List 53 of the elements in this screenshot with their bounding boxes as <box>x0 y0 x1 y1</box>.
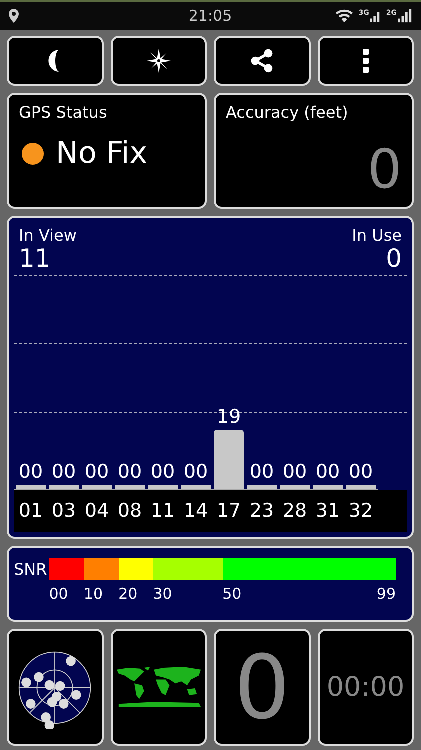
snr-value: 00 <box>52 461 76 483</box>
map-tile[interactable] <box>110 629 207 746</box>
snr-value: 00 <box>184 461 208 483</box>
sky-view-tile[interactable] <box>7 629 104 746</box>
satellite-id: 03 <box>50 500 78 522</box>
snr-value: 00 <box>150 461 176 483</box>
in-use-label: In Use <box>352 226 402 245</box>
in-view-count: 11 <box>19 245 52 272</box>
satellite-id: 17 <box>216 500 242 522</box>
snr-value: 00 <box>348 461 374 483</box>
snr-label: SNR <box>14 560 48 581</box>
satellite-id: 31 <box>314 500 342 522</box>
snr-value: 00 <box>250 461 274 483</box>
satellite-id: 32 <box>348 500 374 522</box>
menu-button[interactable] <box>318 36 414 86</box>
snr-scale-label: 20 <box>118 585 138 603</box>
menu-icon <box>362 49 369 73</box>
in-view-label: In View <box>19 226 77 245</box>
snr-value: 00 <box>18 461 44 483</box>
speed-tile[interactable]: 0 <box>214 629 310 746</box>
satellite-id: 11 <box>150 500 176 522</box>
wifi-icon <box>334 9 354 23</box>
timer-tile[interactable]: 00:00 <box>318 629 414 746</box>
fix-status: No Fix <box>56 136 148 171</box>
compass-icon <box>146 48 172 74</box>
snr-scale-label: 99 <box>376 585 396 603</box>
snr-scale-label: 10 <box>84 585 104 603</box>
share-button[interactable] <box>214 36 310 86</box>
signal-icon <box>398 9 413 23</box>
speed-value: 0 <box>234 644 290 732</box>
card-title: GPS Status <box>19 103 108 122</box>
night-mode-button[interactable] <box>7 36 104 86</box>
in-use-count: 0 <box>386 245 402 272</box>
satellite-id: 28 <box>282 500 308 522</box>
snr-value: 00 <box>282 461 308 483</box>
snr-value: 00 <box>118 461 142 483</box>
satellite-id: 14 <box>182 500 210 522</box>
location-icon <box>9 9 19 23</box>
clock: 21:05 <box>188 7 232 25</box>
satellite-id: 01 <box>18 500 44 522</box>
accuracy-value: 0 <box>368 140 402 199</box>
timer-value: 00:00 <box>326 672 405 703</box>
compass-button[interactable] <box>110 36 207 86</box>
satellite-id: 23 <box>248 500 276 522</box>
card-title: Accuracy (feet) <box>226 103 350 122</box>
share-icon <box>249 48 276 74</box>
snr-value: 00 <box>84 461 110 483</box>
satellite-id: 04 <box>84 500 110 522</box>
snr-scale-label: 50 <box>222 585 242 603</box>
satellite-id: 08 <box>116 500 144 522</box>
snr-scale-label: 30 <box>153 585 172 603</box>
snr-value: 00 <box>316 461 340 483</box>
snr-scale-label: 00 <box>49 585 68 603</box>
